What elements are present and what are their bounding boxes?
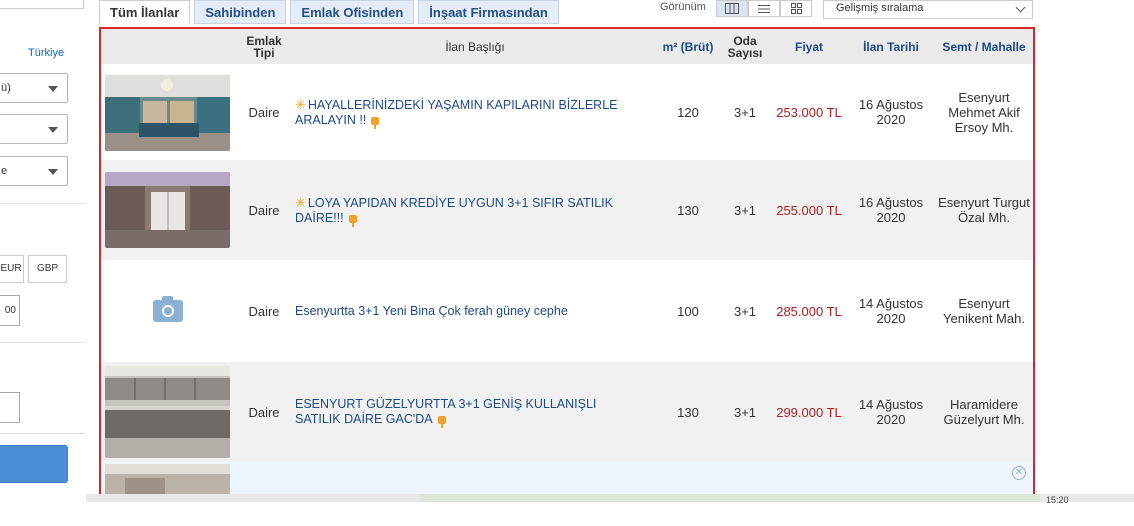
location-value: Esenyurt Turgut Özal Mh.: [938, 195, 1030, 225]
sort-select-value: Gelişmiş sıralama: [836, 2, 924, 14]
search-button[interactable]: [0, 445, 68, 483]
tab-real-estate-office[interactable]: Emlak Ofisinden: [290, 0, 415, 24]
featured-sun-icon: ✳: [295, 194, 306, 210]
property-type: Daire: [248, 104, 280, 120]
filter-select-3-value: e: [1, 165, 8, 177]
area-value: 120: [677, 104, 699, 120]
listing-title-link[interactable]: ✳ HAYALLERİNİZDEKİ YAŞAMIN KAPILARINI BİZ…: [295, 64, 625, 160]
grid-view-button[interactable]: [780, 0, 812, 17]
pin-icon: [437, 416, 446, 428]
tab-all-listings[interactable]: Tüm İlanlar: [99, 0, 191, 24]
location-value: Esenyurt Yenikent Mah.: [943, 296, 1025, 326]
listing-date: 14 Ağustos 2020: [858, 397, 924, 427]
listing-table: Emlak Tipi İlan Başlığı m² (Brüt) Oda Sa…: [99, 27, 1035, 500]
property-type: Daire: [248, 202, 280, 218]
view-label: Görünüm: [660, 1, 706, 13]
listing-title-text: LOYA YAPIDAN KREDİYE UYGUN 3+1 SIFIR SAT…: [295, 195, 613, 225]
caret-down-icon: [48, 169, 58, 175]
table-row[interactable]: Daire ✳ LOYA YAPIDAN KREDİYE UYGUN 3+1 SI…: [101, 160, 1033, 260]
living-room-photo: [105, 75, 230, 151]
currency-eur-button[interactable]: EUR: [0, 255, 24, 283]
price-value: 299.000 TL: [776, 404, 842, 420]
location-value: Esenyurt Mehmet Akif Ersoy Mh.: [948, 89, 1020, 135]
list-view-icon: [758, 4, 770, 13]
tab-construction-company[interactable]: İnşaat Firmasından: [418, 0, 559, 24]
rooms-value: 3+1: [733, 303, 757, 319]
pin-icon: [371, 116, 380, 129]
table-view-button[interactable]: [716, 0, 748, 17]
view-switcher: [716, 0, 812, 17]
listing-date: 14 Ağustos 2020: [858, 296, 924, 326]
listing-thumbnail[interactable]: [105, 172, 230, 248]
filter-select-1-value: ü): [1, 82, 11, 94]
filter-select-1[interactable]: ü): [0, 73, 68, 103]
price-value: 255.000 TL: [776, 202, 842, 218]
header-rooms[interactable]: Oda Sayısı: [719, 29, 771, 64]
header-location[interactable]: Semt / Mahalle: [935, 29, 1033, 64]
header-date[interactable]: İlan Tarihi: [847, 29, 935, 64]
listing-title-link[interactable]: ESENYURT GÜZELYURTTA 3+1 GENİŞ KULLANIŞL…: [295, 362, 625, 462]
table-row[interactable]: Daire ESENYURT GÜZELYURTTA 3+1 GENİŞ KUL…: [101, 362, 1033, 462]
property-type: Daire: [248, 404, 280, 420]
caret-down-icon: [48, 127, 58, 133]
clock-text: 15:20: [1046, 495, 1069, 505]
filter-divider: [0, 433, 86, 434]
close-icon[interactable]: ✕: [1012, 466, 1026, 480]
location-value: Haramidere Güzelyurt Mh.: [943, 397, 1025, 427]
caret-down-icon: [48, 86, 58, 92]
list-view-button[interactable]: [748, 0, 780, 17]
filter-panel: Türkiye ü) e EUR GBP 00: [0, 0, 86, 526]
currency-gbp-button[interactable]: GBP: [28, 255, 67, 283]
price-value: 285.000 TL: [776, 303, 842, 319]
listing-date: 16 Ağustos 2020: [858, 195, 924, 225]
area-value: 130: [677, 202, 699, 218]
country-link[interactable]: Türkiye: [28, 47, 64, 59]
listing-thumbnail[interactable]: [105, 366, 230, 458]
property-type: Daire: [248, 303, 280, 319]
tab-owner[interactable]: Sahibinden: [194, 0, 287, 24]
header-area[interactable]: m² (Brüt): [657, 29, 719, 64]
area-value: 130: [677, 404, 699, 420]
filter-top-box: [0, 0, 84, 9]
table-header: Emlak Tipi İlan Başlığı m² (Brüt) Oda Sa…: [101, 29, 1033, 64]
listing-thumbnail[interactable]: [105, 75, 230, 151]
area-value: 100: [677, 303, 699, 319]
grid-view-icon: [790, 3, 802, 14]
empty-room-photo: [105, 172, 230, 248]
listing-title-text: ESENYURT GÜZELYURTTA 3+1 GENİŞ KULLANIŞL…: [295, 397, 597, 426]
listing-title-text: Esenyurtta 3+1 Yeni Bina Çok ferah güney…: [295, 303, 568, 318]
filter-select-3[interactable]: e: [0, 156, 68, 186]
table-view-icon: [725, 3, 739, 14]
header-title: İlan Başlığı: [445, 39, 505, 54]
filter-divider: [0, 203, 86, 204]
filter-divider: [0, 342, 86, 343]
rooms-value: 3+1: [733, 104, 757, 120]
table-row[interactable]: Daire Esenyurtta 3+1 Yeni Bina Çok ferah…: [101, 260, 1033, 362]
pin-icon: [348, 214, 357, 227]
listing-date: 16 Ağustos 2020: [858, 97, 924, 127]
price-value: 253.000 TL: [776, 104, 842, 120]
kitchen-photo: [105, 366, 230, 458]
listing-title-link[interactable]: ✳ LOYA YAPIDAN KREDİYE UYGUN 3+1 SIFIR SA…: [295, 160, 625, 260]
filter-input[interactable]: [0, 392, 20, 423]
camera-icon: [152, 296, 183, 322]
seller-tabs: Tüm İlanlar Sahibinden Emlak Ofisinden İ…: [99, 0, 563, 24]
header-price[interactable]: Fiyat: [771, 29, 847, 64]
listing-title-text: HAYALLERİNİZDEKİ YAŞAMIN KAPILARINI BİZL…: [295, 97, 618, 127]
table-row[interactable]: Daire ✳ HAYALLERİNİZDEKİ YAŞAMIN KAPILARI…: [101, 64, 1033, 160]
listing-title-link[interactable]: Esenyurtta 3+1 Yeni Bina Çok ferah güney…: [295, 260, 625, 362]
bottom-banner: [420, 494, 1040, 502]
price-input[interactable]: 00: [0, 295, 20, 326]
listing-thumbnail-placeholder[interactable]: [105, 273, 230, 349]
page-bottom: [0, 502, 1134, 526]
chevron-down-icon: [1015, 2, 1026, 13]
rooms-value: 3+1: [733, 404, 757, 420]
rooms-value: 3+1: [733, 202, 757, 218]
filter-select-2[interactable]: [0, 114, 68, 144]
sort-select[interactable]: Gelişmiş sıralama: [823, 0, 1033, 19]
header-property-type[interactable]: Emlak Tipi: [235, 29, 293, 64]
featured-sun-icon: ✳: [295, 96, 306, 112]
